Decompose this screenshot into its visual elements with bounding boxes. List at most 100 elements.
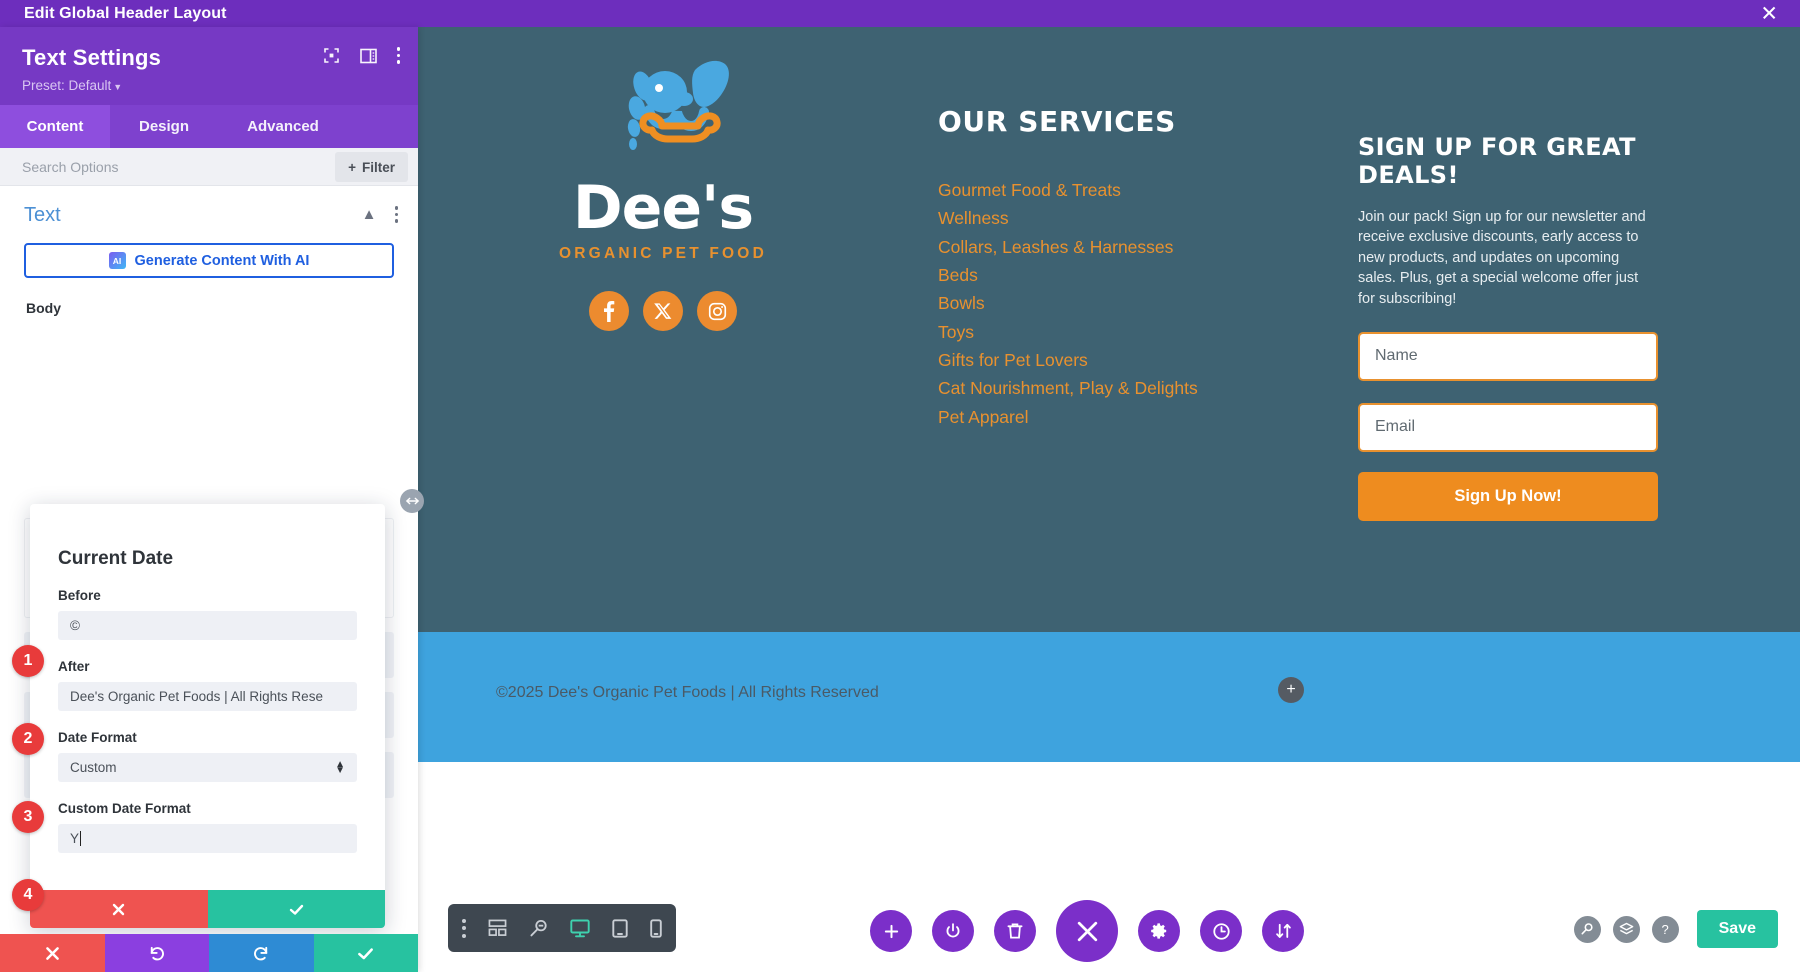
save-button[interactable] [313, 934, 418, 972]
kebab-menu-icon[interactable] [462, 918, 466, 938]
copyright-text: ©2025 Dee's Organic Pet Foods | All Righ… [496, 684, 879, 701]
search-row: + Filter [0, 148, 418, 186]
chevron-up-icon[interactable]: ▲ [362, 206, 377, 223]
window-title-bar: Edit Global Header Layout ✕ [0, 0, 1800, 27]
logo-tagline: ORGANIC PET FOOD [559, 245, 767, 262]
signup-body-text: Join our pack! Sign up for our newslette… [1358, 208, 1646, 307]
plus-icon: + [348, 159, 356, 175]
list-item[interactable]: Cat Nourishment, Play & Delights [938, 374, 1298, 402]
tab-content[interactable]: Content [0, 105, 110, 148]
email-field[interactable]: Email [1358, 402, 1658, 452]
name-field[interactable]: Name [1358, 331, 1658, 381]
before-input[interactable]: © [58, 611, 357, 640]
preset-selector[interactable]: Preset: Default ▼ [22, 78, 396, 93]
list-item[interactable]: Gourmet Food & Treats [938, 176, 1298, 204]
sort-icon[interactable] [1262, 910, 1304, 952]
add-icon[interactable] [870, 910, 912, 952]
redo-button[interactable] [209, 934, 314, 972]
list-item[interactable]: Beds [938, 261, 1298, 289]
after-label: After [58, 659, 90, 674]
date-format-select[interactable]: Custom ▲ ▼ [58, 753, 357, 782]
list-item[interactable]: Toys [938, 318, 1298, 346]
help-icon[interactable]: ? [1651, 915, 1679, 943]
list-item[interactable]: Bowls [938, 289, 1298, 317]
undo-button[interactable] [104, 934, 209, 972]
desktop-view-icon[interactable] [570, 919, 590, 938]
gear-icon[interactable] [1138, 910, 1180, 952]
before-label: Before [58, 588, 101, 603]
facebook-icon[interactable] [589, 291, 629, 331]
settings-panel-header: Text Settings Preset: Default ▼ [0, 27, 418, 105]
step-marker-3: 3 [12, 801, 44, 833]
list-item[interactable]: Collars, Leashes & Harnesses [938, 233, 1298, 261]
zoom-out-icon[interactable] [529, 919, 548, 938]
after-input[interactable]: Dee's Organic Pet Foods | All Rights Res… [58, 682, 357, 711]
save-button[interactable]: Save [1696, 910, 1778, 948]
tab-advanced[interactable]: Advanced [218, 105, 348, 148]
section-title: Text [24, 204, 61, 226]
current-date-dynamic-content-popup: Current Date Before © After Dee's Organi… [30, 504, 385, 928]
dog-logo-icon [583, 52, 743, 174]
list-item[interactable]: Wellness [938, 204, 1298, 232]
mobile-view-icon[interactable] [650, 918, 662, 938]
date-format-label: Date Format [58, 730, 137, 745]
discard-button[interactable] [0, 934, 105, 972]
chevron-down-icon: ▼ [113, 82, 123, 92]
footer-main-section: Dee's ORGANIC PET FOOD OUR SERVICES Gour… [418, 27, 1800, 632]
trash-icon[interactable] [994, 910, 1036, 952]
builder-utility-toolbar: ? Save [1573, 910, 1778, 948]
filter-button[interactable]: + Filter [335, 152, 408, 182]
layers-icon[interactable] [1612, 915, 1640, 943]
ai-button-label: Generate Content With AI [134, 252, 310, 269]
window-title: Edit Global Header Layout [24, 4, 227, 22]
before-field: Before © [58, 588, 357, 640]
footer-services-column: OUR SERVICES Gourmet Food & Treats Welln… [938, 105, 1298, 431]
add-row-icon[interactable]: + [1278, 677, 1304, 703]
x-twitter-icon[interactable] [643, 291, 683, 331]
wireframe-view-icon[interactable] [488, 919, 507, 937]
search-input[interactable] [22, 158, 252, 175]
social-links [493, 291, 833, 331]
builder-main-toolbar [870, 900, 1304, 962]
focus-target-icon[interactable] [323, 47, 340, 64]
sign-up-now-button[interactable]: Sign Up Now! [1358, 471, 1658, 521]
settings-tabs: Content Design Advanced [0, 105, 418, 148]
text-section-header: Text ▲ [0, 186, 418, 237]
date-format-value: Custom [70, 760, 117, 775]
step-marker-2: 2 [12, 723, 44, 755]
search-icon[interactable] [1573, 915, 1601, 943]
power-icon[interactable] [932, 910, 974, 952]
panel-resize-handle[interactable] [400, 489, 424, 513]
website-preview: Dee's ORGANIC PET FOOD OUR SERVICES Gour… [418, 27, 1800, 972]
list-item[interactable]: Gifts for Pet Lovers [938, 346, 1298, 374]
kebab-menu-icon[interactable] [394, 206, 398, 223]
services-heading: OUR SERVICES [938, 105, 1176, 138]
popup-cancel-button[interactable] [30, 890, 208, 928]
view-mode-toolbar [448, 904, 676, 952]
custom-date-format-input[interactable]: Y [58, 824, 357, 853]
footer-bottom-bar: ©2025 Dee's Organic Pet Foods | All Righ… [418, 632, 1800, 762]
step-marker-4: 4 [12, 879, 44, 911]
popup-actions [30, 890, 385, 928]
close-icon[interactable]: ✕ [1760, 3, 1778, 24]
custom-date-format-field: Custom Date Format Y [58, 801, 357, 853]
instagram-icon[interactable] [697, 291, 737, 331]
tab-design[interactable]: Design [110, 105, 218, 148]
history-icon[interactable] [1200, 910, 1242, 952]
custom-date-format-label: Custom Date Format [58, 801, 191, 816]
body-field-label: Body [26, 300, 61, 316]
kebab-menu-icon[interactable] [396, 47, 400, 64]
step-marker-1: 1 [12, 645, 44, 677]
custom-date-format-value: Y [70, 831, 80, 846]
logo-wordmark: Dee's [572, 173, 754, 243]
list-item[interactable]: Pet Apparel [938, 403, 1298, 431]
stepper-icon: ▲ ▼ [335, 758, 345, 776]
services-list: Gourmet Food & Treats Wellness Collars, … [938, 176, 1298, 431]
settings-panel-body: Text ▲ AI Generate Content With AI Body [0, 186, 418, 934]
tablet-view-icon[interactable] [612, 918, 628, 938]
panel-layout-icon[interactable] [359, 48, 377, 64]
after-field: After Dee's Organic Pet Foods | All Righ… [58, 659, 357, 711]
popup-confirm-button[interactable] [207, 890, 385, 928]
close-icon[interactable] [1056, 900, 1118, 962]
generate-content-with-ai-button[interactable]: AI Generate Content With AI [24, 243, 394, 278]
